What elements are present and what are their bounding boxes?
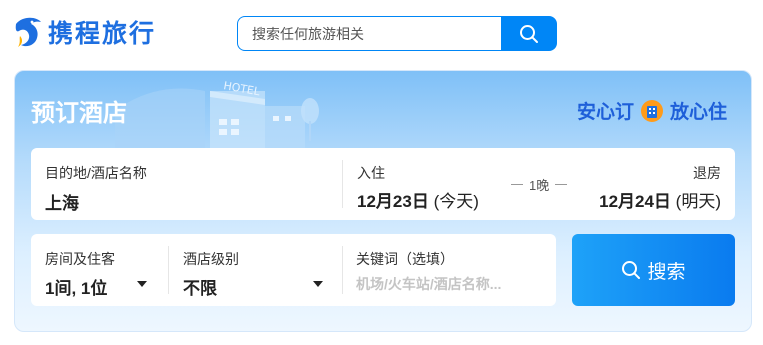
search-input[interactable] [237, 16, 501, 51]
divider [342, 246, 343, 294]
checkout-date-note: (明天) [675, 192, 721, 211]
checkout-date-value: 12月24日 [599, 192, 671, 211]
nights-indicator: 1晚 [511, 175, 568, 194]
dolphin-logo-icon [15, 17, 42, 47]
brand-logo[interactable]: 携程旅行 [12, 14, 156, 50]
star-level-label: 酒店级别 [183, 251, 239, 267]
star-level-select[interactable]: 酒店级别 不限 [169, 234, 341, 306]
search-icon [520, 24, 538, 43]
nights-count: 1晚 [529, 178, 550, 193]
destination-value: 上海 [45, 194, 79, 213]
keyword-input[interactable] [356, 274, 536, 294]
slogan-right: 放心住 [669, 101, 727, 123]
hotel-search-label: 搜索 [647, 261, 686, 283]
keyword-label: 关键词（选填） [356, 251, 454, 267]
nights-line-left [511, 184, 523, 185]
rooms-guests-select[interactable]: 房间及住客 1间, 1位 [31, 234, 167, 306]
checkin-date-note: (今天) [433, 192, 479, 211]
search-button[interactable] [501, 16, 557, 51]
hotel-building-illustration: HOTEL [115, 79, 319, 151]
nights-line-right [555, 184, 568, 185]
checkin-date-value: 12月23日 [357, 192, 429, 211]
checkout-label: 退房 [693, 165, 721, 181]
hotel-booking-card: HOTEL 预订酒店 安心订 放心住 目的地/酒店名称 上海 入住 12月23日… [14, 70, 752, 332]
rooms-guests-value: 1间, 1位 [45, 279, 108, 298]
hotel-search-button[interactable]: 搜索 [572, 234, 735, 306]
slogan: 安心订 放心住 [577, 97, 727, 124]
checkout-field[interactable]: 退房 12月24日 (明天) [586, 148, 735, 220]
global-search [237, 16, 557, 51]
rooms-guests-label: 房间及住客 [45, 251, 115, 267]
destination-date-panel: 目的地/酒店名称 上海 入住 12月23日 (今天) 1晚 退房 12月24日 … [31, 148, 735, 220]
shield-hotel-icon [640, 99, 663, 122]
destination-field[interactable]: 目的地/酒店名称 上海 [31, 148, 341, 220]
chevron-down-icon [137, 281, 147, 287]
checkin-field[interactable]: 入住 12月23日 (今天) [343, 148, 503, 220]
checkout-date: 12月24日 (明天) [599, 187, 721, 212]
card-title: 预订酒店 [31, 99, 127, 127]
destination-label: 目的地/酒店名称 [45, 165, 147, 181]
checkin-label: 入住 [357, 165, 385, 181]
search-icon [622, 261, 641, 279]
checkin-date: 12月23日 (今天) [357, 187, 479, 212]
chevron-down-icon [313, 281, 323, 287]
filters-panel: 房间及住客 1间, 1位 酒店级别 不限 关键词（选填） [31, 234, 556, 306]
slogan-left: 安心订 [576, 101, 634, 123]
brand-name: 携程旅行 [48, 19, 157, 48]
star-level-value: 不限 [183, 279, 217, 298]
